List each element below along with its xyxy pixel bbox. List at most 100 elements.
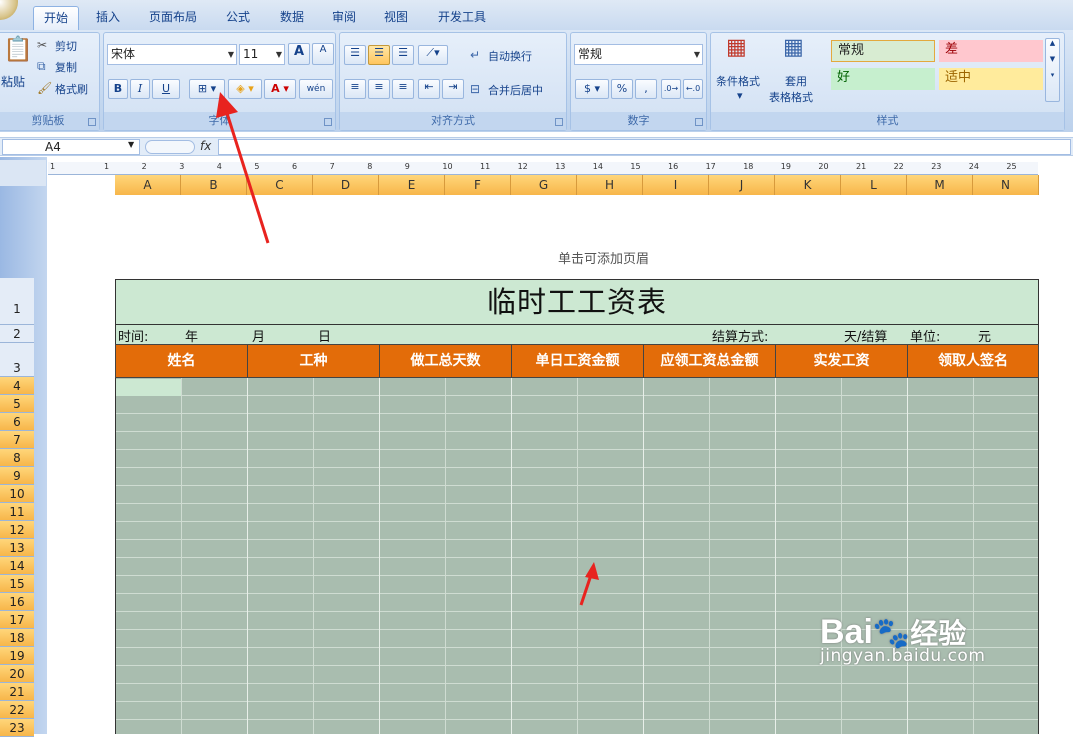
chevron-down-icon[interactable]: ▼ [128,141,134,149]
row-header[interactable]: 21 [0,683,34,701]
page-header-hint[interactable]: 单击可添加页眉 [558,248,649,267]
office-button[interactable] [0,0,18,20]
brush-icon[interactable]: 🖌 [37,82,52,94]
active-cell-a4[interactable] [116,379,181,396]
column-header[interactable]: E [379,175,445,195]
tab-view[interactable]: 视图 [374,6,418,30]
align-bottom-button[interactable]: ☰ [392,45,414,65]
row-header[interactable]: 12 [0,521,34,539]
currency-button[interactable]: $ ▾ [575,79,609,99]
bold-button[interactable]: B [108,79,128,99]
align-left-button[interactable]: ≡ [344,79,366,99]
row-header[interactable]: 9 [0,467,34,485]
fill-color-button[interactable]: ◈ ▾ [228,79,262,99]
align-middle-button[interactable]: ☰ [368,45,390,65]
row-header[interactable]: 20 [0,665,34,683]
header-job-type[interactable]: 工种 [248,345,380,377]
row-header[interactable]: 19 [0,647,34,665]
percent-button[interactable]: % [611,79,633,99]
dialog-launcher-icon[interactable] [324,118,332,126]
column-header[interactable]: H [577,175,643,195]
style-good[interactable]: 好 [831,68,935,90]
zoom-slider[interactable] [145,140,195,154]
tab-page-layout[interactable]: 页面布局 [140,6,206,30]
wrap-text-icon[interactable]: ↵ [470,49,480,61]
copy-button[interactable]: 复制 [55,59,77,75]
align-right-button[interactable]: ≡ [392,79,414,99]
decrease-indent-button[interactable]: ⇤ [418,79,440,99]
merge-icon[interactable]: ⊟ [470,83,480,95]
row-header[interactable]: 1 [0,278,34,325]
row-header[interactable]: 16 [0,593,34,611]
column-header[interactable]: L [841,175,907,195]
column-header[interactable]: N [973,175,1039,195]
align-center-button[interactable]: ≡ [368,79,390,99]
row-header[interactable]: 18 [0,629,34,647]
column-header[interactable]: K [775,175,841,195]
increase-decimal-button[interactable]: .0→ [661,79,681,99]
orientation-button[interactable]: ⟋▾ [418,45,448,65]
row-header[interactable]: 15 [0,575,34,593]
font-name-combo[interactable]: 宋体 ▼ [107,44,237,65]
function-icon[interactable]: fx [200,139,211,153]
grow-font-button[interactable]: A [288,43,310,65]
number-format-combo[interactable]: 常规 ▼ [574,44,703,65]
borders-button[interactable]: ⊞ ▾ [189,79,225,99]
comma-button[interactable]: , [635,79,657,99]
sheet-title[interactable]: 临时工工资表 [115,279,1039,325]
header-payable-total[interactable]: 应领工资总金额 [644,345,776,377]
style-bad[interactable]: 差 [939,40,1043,62]
dialog-launcher-icon[interactable] [555,118,563,126]
header-actual-pay[interactable]: 实发工资 [776,345,908,377]
tab-data[interactable]: 数据 [270,6,314,30]
tab-formulas[interactable]: 公式 [216,6,260,30]
paste-icon[interactable]: 📋 [3,37,33,61]
row-header[interactable]: 10 [0,485,34,503]
info-row[interactable]: 时间: 年 月 日 结算方式: 天/结算 单位: 元 [115,325,1039,345]
header-total-days[interactable]: 做工总天数 [380,345,512,377]
row-header[interactable]: 8 [0,449,34,467]
tab-developer[interactable]: 开发工具 [428,6,496,30]
row-header[interactable]: 11 [0,503,34,521]
row-header[interactable]: 23 [0,719,34,737]
paste-button[interactable]: 粘贴 [1,73,25,90]
increase-indent-button[interactable]: ⇥ [442,79,464,99]
header-name[interactable]: 姓名 [116,345,248,377]
column-header[interactable]: B [181,175,247,195]
style-normal[interactable]: 常规 [831,40,935,62]
column-header[interactable]: A [115,175,181,195]
header-signature[interactable]: 领取人签名 [908,345,1038,377]
conditional-format-button[interactable]: 条件格式 [716,73,760,89]
row-header[interactable]: 4 [0,377,34,395]
phonetic-button[interactable]: wén [299,79,333,99]
style-neutral[interactable]: 适中 [939,68,1043,90]
row-header[interactable]: 5 [0,395,34,413]
tab-home[interactable]: 开始 [33,6,79,30]
dialog-launcher-icon[interactable] [695,118,703,126]
align-top-button[interactable]: ☰ [344,45,366,65]
formula-input[interactable] [218,139,1071,155]
row-header[interactable]: 14 [0,557,34,575]
tab-review[interactable]: 审阅 [322,6,366,30]
row-header[interactable]: 6 [0,413,34,431]
column-header[interactable]: G [511,175,577,195]
styles-scroll[interactable]: ▲ ▼ ▾ [1045,38,1060,102]
column-header[interactable]: M [907,175,973,195]
row-header[interactable]: 2 [0,325,34,343]
decrease-decimal-button[interactable]: ←.0 [683,79,703,99]
font-color-button[interactable]: A ▾ [264,79,296,99]
table-format-label2[interactable]: 表格格式 [769,89,813,105]
row-header[interactable]: 17 [0,611,34,629]
font-size-combo[interactable]: 11 ▼ [239,44,285,65]
merge-center-button[interactable]: 合并后居中 [488,82,543,98]
conditional-format-icon[interactable]: ▦ [726,37,747,59]
dialog-launcher-icon[interactable] [88,118,96,126]
column-header[interactable]: C [247,175,313,195]
shrink-font-button[interactable]: A [312,43,334,65]
header-daily-wage[interactable]: 单日工资金额 [512,345,644,377]
select-all-corner[interactable] [0,160,46,186]
table-format-icon[interactable]: ▦ [783,37,804,59]
column-header[interactable]: J [709,175,775,195]
wrap-text-button[interactable]: 自动换行 [488,48,532,64]
name-box[interactable]: A4 [2,139,140,155]
